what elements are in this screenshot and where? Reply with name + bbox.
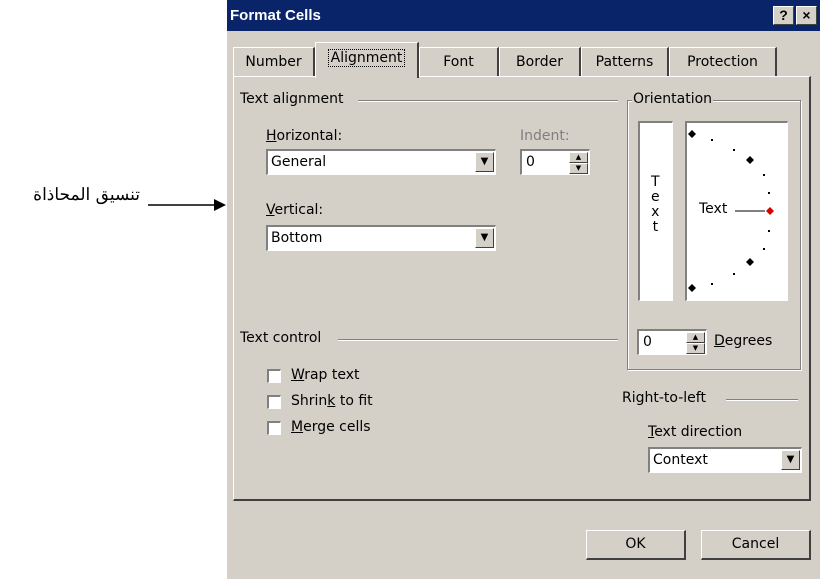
merge-cells-checkbox[interactable] bbox=[267, 421, 281, 435]
indent-label: Indent: bbox=[520, 128, 570, 144]
rtl-heading: Right-to-left bbox=[622, 390, 706, 406]
vertical-value: Bottom bbox=[271, 230, 323, 246]
shrink-to-fit-checkbox[interactable] bbox=[267, 395, 281, 409]
format-cells-dialog: Format Cells ? × Number Alignment Font B… bbox=[226, 0, 820, 579]
text-control-heading: Text control bbox=[240, 330, 322, 346]
cancel-button[interactable]: Cancel bbox=[701, 530, 811, 560]
text-direction-value: Context bbox=[653, 452, 708, 468]
text-direction-label: Text direction bbox=[648, 424, 743, 440]
annotation-label: تنسيق المحاذاة bbox=[33, 185, 140, 205]
shrink-to-fit-label[interactable]: Shrink to fit bbox=[291, 393, 373, 409]
tab-protection[interactable]: Protection bbox=[669, 47, 777, 77]
tab-alignment[interactable]: Alignment bbox=[315, 42, 419, 78]
horizontal-value: General bbox=[271, 154, 327, 170]
orientation-dial[interactable]: Text bbox=[685, 121, 788, 301]
text-control-separator bbox=[338, 339, 618, 341]
degrees-spin-buttons[interactable]: ▲ ▼ bbox=[686, 332, 705, 354]
vertical-label: Vertical: bbox=[266, 202, 324, 218]
rtl-separator bbox=[726, 399, 798, 401]
ok-button[interactable]: OK bbox=[586, 530, 686, 560]
degrees-value: 0 bbox=[643, 334, 652, 350]
close-button[interactable]: × bbox=[796, 6, 817, 25]
help-button[interactable]: ? bbox=[773, 6, 794, 25]
dialog-title: Format Cells bbox=[230, 7, 321, 24]
tab-alignment-label: Alignment bbox=[327, 49, 406, 67]
merge-cells-label[interactable]: Merge cells bbox=[291, 419, 371, 435]
indent-value: 0 bbox=[526, 154, 535, 170]
chevron-down-icon[interactable]: ▼ bbox=[475, 228, 494, 248]
vertical-text-box[interactable]: T e x t bbox=[638, 121, 673, 301]
horizontal-select[interactable]: General ▼ bbox=[266, 149, 496, 175]
tab-border[interactable]: Border bbox=[499, 47, 581, 77]
dial-text: Text bbox=[699, 201, 728, 217]
vertical-select[interactable]: Bottom ▼ bbox=[266, 225, 496, 251]
degrees-spinner[interactable]: 0 ▲ ▼ bbox=[637, 329, 707, 355]
spin-up-icon[interactable]: ▲ bbox=[569, 152, 588, 163]
degrees-label: Degrees bbox=[714, 333, 773, 349]
title-bar: Format Cells ? × bbox=[227, 0, 820, 31]
spin-down-icon[interactable]: ▼ bbox=[686, 343, 705, 354]
vertical-text: T e x t bbox=[651, 174, 660, 235]
tab-font[interactable]: Font bbox=[419, 47, 499, 77]
wrap-text-label[interactable]: Wrap text bbox=[291, 367, 360, 383]
text-alignment-separator bbox=[358, 100, 618, 102]
tab-number[interactable]: Number bbox=[233, 47, 315, 77]
horizontal-label: Horizontal: bbox=[266, 128, 343, 144]
indent-spin-buttons[interactable]: ▲ ▼ bbox=[569, 152, 588, 174]
indent-spinner[interactable]: 0 ▲ ▼ bbox=[520, 149, 590, 175]
orientation-heading: Orientation bbox=[632, 91, 714, 107]
chevron-down-icon[interactable]: ▼ bbox=[475, 152, 494, 172]
annotation-arrow-icon bbox=[148, 199, 226, 211]
wrap-text-checkbox[interactable] bbox=[267, 369, 281, 383]
text-direction-select[interactable]: Context ▼ bbox=[648, 447, 802, 473]
tab-patterns[interactable]: Patterns bbox=[581, 47, 669, 77]
spin-up-icon[interactable]: ▲ bbox=[686, 332, 705, 343]
chevron-down-icon[interactable]: ▼ bbox=[781, 450, 800, 470]
text-alignment-heading: Text alignment bbox=[240, 91, 344, 107]
alignment-panel: Text alignment Horizontal: General ▼ Ind… bbox=[233, 76, 811, 501]
spin-down-icon[interactable]: ▼ bbox=[569, 163, 588, 174]
